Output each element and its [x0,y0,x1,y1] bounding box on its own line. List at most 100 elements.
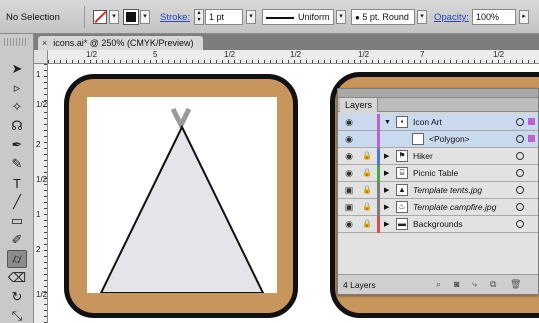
make-clipping-mask-icon[interactable]: ◙ [454,279,459,289]
polygon-shape[interactable] [99,124,265,294]
layer-name[interactable]: Picnic Table [413,168,458,179]
lock-icon[interactable]: 🔒 [362,167,372,179]
rotate-tool-icon[interactable]: ↻ [7,288,27,306]
visibility-eye-icon[interactable]: ◉ [342,168,356,179]
ruler-tick-label: 1 [36,70,41,79]
fill-dropdown[interactable]: ▾ [109,10,119,24]
layer-row[interactable]: ◉ 🔒 ▶ ⌸ Picnic Table [338,165,538,182]
layer-name[interactable]: Template tents.jpg [413,185,482,196]
ruler-tick-label: 1/2 [36,175,48,184]
locate-object-icon[interactable]: ⌕ [436,279,441,290]
layer-name[interactable]: Backgrounds [413,219,463,230]
curvature-tool-icon[interactable]: ✎ [7,155,27,173]
layer-row[interactable]: ▣ 🔒 ▶ ▲ Template tents.jpg [338,182,538,199]
delete-layer-icon[interactable]: 🗑 [510,279,521,290]
stroke-panel-link[interactable]: Stroke: [160,12,190,23]
ruler-tick-label: 2 [36,140,41,149]
layer-name[interactable]: Template campfire.jpg [413,202,496,213]
visibility-eye-icon[interactable]: ◉ [342,151,356,162]
lock-icon[interactable]: 🔒 [362,201,372,213]
opacity-field[interactable]: 100% [472,9,516,25]
stroke-dropdown[interactable]: ▾ [140,10,150,24]
layer-name[interactable]: Hiker [413,151,433,162]
expand-triangle-icon[interactable]: ▶ [384,168,389,179]
document-tab[interactable]: × icons.ai* @ 250% (CMYK/Preview) [38,36,204,50]
layer-row[interactable]: ◉ 🔒 ▶ ▬ Backgrounds [338,216,538,233]
selection-indicator [528,118,535,125]
layer-name[interactable]: <Polygon> [429,134,470,145]
stroke-weight-field[interactable]: 1 pt [205,9,243,25]
stroke-swatch[interactable] [123,9,139,25]
layer-row[interactable]: ◉ 🔒 ▶ ⚑ Hiker [338,148,538,165]
template-visibility-icon[interactable]: ▣ [342,185,356,196]
brush-definition[interactable]: ● 5 pt. Round [351,9,415,25]
stroke-weight-dropdown[interactable]: ▾ [246,10,256,24]
template-visibility-icon[interactable]: ▣ [342,202,356,213]
document-tab-strip: × icons.ai* @ 250% (CMYK/Preview) [34,34,539,50]
layers-panel-footer: 4 Layers ⌕ ◙ ⤷ ⧉ 🗑 [338,274,538,294]
type-tool-icon[interactable]: T [7,174,27,192]
layer-color-bar [377,199,380,216]
layer-row[interactable]: ▣ 🔒 ▶ ♨ Template campfire.jpg [338,199,538,216]
target-circle-icon[interactable] [516,118,524,126]
ruler-tick-label: 1/2 [86,50,98,59]
layer-list: ◉ ▼ ▪ Icon Art ◉ <Polygon> ◉ 🔒 ▶ ⚑ Hiker ◉ 🔒 ▶ ⌸ Picnic… [338,114,538,274]
close-tab-icon[interactable]: × [42,38,47,48]
collapse-triangle-icon[interactable]: ▼ [384,117,391,128]
visibility-eye-icon[interactable]: ◉ [342,219,356,230]
opacity-arrow[interactable]: ▸ [519,10,529,24]
fill-swatch[interactable] [93,10,107,24]
layer-thumbnail: ▬ [396,218,408,230]
expand-triangle-icon[interactable]: ▶ [384,219,389,230]
expand-triangle-icon[interactable]: ▶ [384,151,389,162]
selection-tool-icon[interactable]: ➤ [7,60,27,78]
rectangle-tool-icon[interactable]: ▭ [7,212,27,230]
tab-layers[interactable]: Layers [340,98,379,112]
ruler-origin[interactable] [34,50,48,64]
magic-wand-tool-icon[interactable]: ✧ [7,98,27,116]
lock-icon[interactable]: 🔒 [362,184,372,196]
target-circle-icon[interactable] [516,220,524,228]
layer-thumbnail: ▪ [396,116,408,128]
variable-width-profile[interactable]: Uniform [262,9,334,25]
visibility-eye-icon[interactable]: ◉ [342,134,356,145]
lasso-tool-icon[interactable]: ☊ [7,117,27,135]
target-circle-icon[interactable] [516,152,524,160]
tools-panel-grip[interactable] [4,38,28,46]
expand-triangle-icon[interactable]: ▶ [384,202,389,213]
layers-panel: Layers ◉ ▼ ▪ Icon Art ◉ <Polygon> ◉ 🔒 ▶ ⚑ Hiker ◉ 🔒 ▶… [337,88,539,295]
target-circle-icon[interactable] [516,203,524,211]
brush-label: 5 pt. Round [362,12,409,22]
opacity-panel-link[interactable]: Opacity: [434,12,469,23]
target-circle-icon[interactable] [516,186,524,194]
eraser-tool-icon[interactable]: ⌫ [7,269,27,287]
new-layer-icon[interactable]: ⧉ [490,279,496,290]
ruler-tick-label: 1 [36,210,41,219]
pen-tool-icon[interactable]: ✒ [7,136,27,154]
stroke-weight-stepper[interactable]: ▴ ▾ [194,9,204,25]
direct-selection-tool-icon[interactable]: ▹ [7,79,27,97]
ruler-tick-label: 1/2 [36,290,48,299]
line-tool-icon[interactable]: ╱ [7,193,27,211]
shaper-tool-icon[interactable]: ⌭ [7,250,27,268]
target-circle-icon[interactable] [516,169,524,177]
brush-dropdown[interactable]: ▾ [417,10,427,24]
lock-icon[interactable]: 🔒 [362,218,372,230]
new-sublayer-icon[interactable]: ⤷ [472,279,477,290]
triangle-artwork[interactable] [87,97,277,294]
layer-thumbnail: ♨ [396,201,408,213]
layer-name[interactable]: Icon Art [413,117,442,128]
layer-row[interactable]: ◉ <Polygon> [338,131,538,148]
lock-icon[interactable]: 🔒 [362,150,372,162]
paintbrush-tool-icon[interactable]: ✐ [7,231,27,249]
document-title: icons.ai* @ 250% (CMYK/Preview) [53,38,194,48]
visibility-eye-icon[interactable]: ◉ [342,117,356,128]
target-circle-icon[interactable] [516,135,524,143]
layer-color-bar [377,216,380,233]
expand-triangle-icon[interactable]: ▶ [384,185,389,196]
layer-row[interactable]: ◉ ▼ ▪ Icon Art [338,114,538,131]
profile-dropdown[interactable]: ▾ [336,10,346,24]
layers-panel-title-bar[interactable] [338,89,538,98]
scale-tool-icon[interactable]: ⤡ [7,307,27,323]
icon-art-frame[interactable] [64,74,298,318]
